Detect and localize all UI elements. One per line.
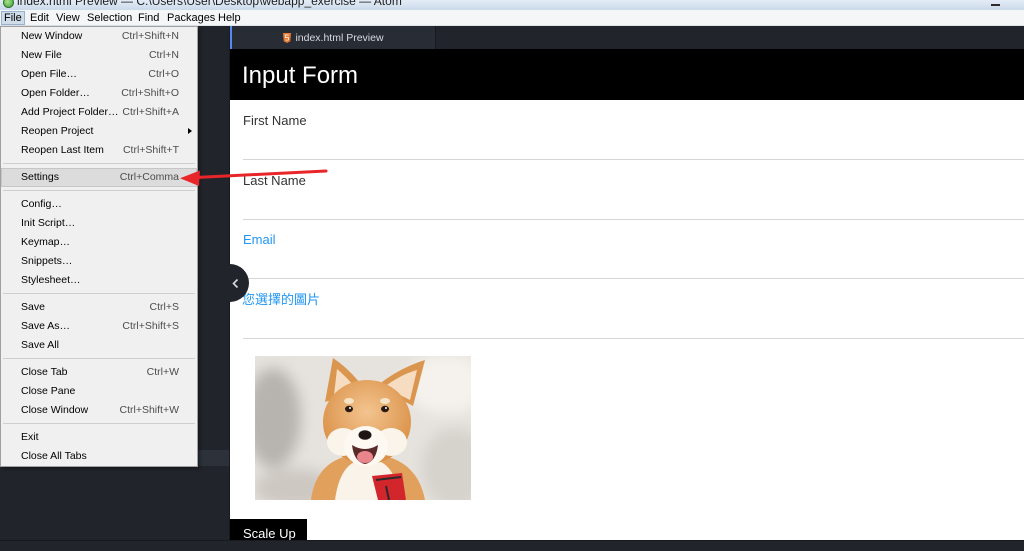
menu-separator	[1, 420, 197, 428]
menu-item-label: Reopen Last Item	[21, 144, 104, 156]
tab-index-preview[interactable]: index.html Preview	[230, 26, 436, 49]
first-name-field[interactable]: First Name	[243, 100, 1024, 160]
menu-item-config[interactable]: Config…	[1, 195, 197, 214]
menu-item-label: New Window	[21, 30, 83, 42]
menu-item-shortcut: Ctrl+Shift+A	[122, 106, 179, 118]
menu-edit[interactable]: Edit	[27, 11, 52, 25]
menu-item-reopen-last-item[interactable]: Reopen Last Item Ctrl+Shift+T	[1, 141, 197, 160]
menu-item-label: Settings	[21, 171, 59, 183]
window-titlebar: index.html Preview — C:\Users\User\Deskt…	[0, 0, 1024, 10]
menu-item-label: Open Folder…	[21, 87, 90, 99]
menu-item-label: Exit	[21, 431, 39, 443]
menu-bar: File Edit View Selection Find Packages H…	[0, 10, 1024, 26]
first-name-label: First Name	[243, 113, 307, 128]
menu-item-label: Close Pane	[21, 385, 76, 397]
status-bar	[0, 540, 1024, 551]
menu-item-open-folder[interactable]: Open Folder… Ctrl+Shift+O	[1, 84, 197, 103]
email-label: Email	[243, 232, 276, 247]
menu-find[interactable]: Find	[135, 11, 162, 25]
menu-file[interactable]: File	[1, 11, 25, 25]
menu-item-label: Snippets…	[21, 255, 73, 267]
menu-item-close-tab[interactable]: Close Tab Ctrl+W	[1, 363, 197, 382]
menu-item-settings[interactable]: Settings Ctrl+Comma	[1, 168, 197, 187]
menu-item-label: Save All	[21, 339, 59, 351]
menu-item-label: Config…	[21, 198, 62, 210]
menu-item-shortcut: Ctrl+W	[146, 366, 179, 378]
menu-separator	[1, 160, 197, 168]
menu-item-label: Reopen Project	[21, 125, 94, 137]
menu-item-save-as[interactable]: Save As… Ctrl+Shift+S	[1, 317, 197, 336]
atom-logo-icon	[3, 0, 14, 8]
menu-item-close-window[interactable]: Close Window Ctrl+Shift+W	[1, 401, 197, 420]
menu-item-label: Stylesheet…	[21, 274, 81, 286]
menu-separator	[1, 290, 197, 298]
chevron-left-icon	[232, 278, 239, 289]
menu-item-shortcut: Ctrl+Shift+N	[121, 30, 179, 42]
menu-item-exit[interactable]: Exit	[1, 428, 197, 447]
menu-item-shortcut: Ctrl+Shift+T	[122, 144, 179, 156]
menu-item-save[interactable]: Save Ctrl+S	[1, 298, 197, 317]
menu-item-shortcut: Ctrl+Shift+O	[121, 87, 179, 99]
menu-item-label: Init Script…	[21, 217, 76, 229]
menu-item-label: Add Project Folder…	[21, 106, 119, 118]
html5-icon	[283, 32, 292, 43]
submenu-arrow-icon	[188, 128, 192, 134]
menu-item-label: Close Tab	[21, 366, 68, 378]
tab-title: index.html Preview	[295, 31, 384, 44]
menu-item-save-all[interactable]: Save All	[1, 336, 197, 355]
menu-item-label: Save	[21, 301, 45, 313]
menu-item-add-project-folder[interactable]: Add Project Folder… Ctrl+Shift+A	[1, 103, 197, 122]
menu-item-close-all-tabs[interactable]: Close All Tabs	[1, 447, 197, 466]
window-title: index.html Preview — C:\Users\User\Deskt…	[17, 0, 402, 8]
html-preview: Input Form First Name Last Name Email 您選…	[230, 49, 1024, 540]
menu-item-label: Keymap…	[21, 236, 71, 248]
menu-item-new-file[interactable]: New File Ctrl+N	[1, 46, 197, 65]
minimize-icon[interactable]	[991, 4, 1000, 6]
menu-item-snippets[interactable]: Snippets…	[1, 252, 197, 271]
menu-item-shortcut: Ctrl+O	[148, 68, 179, 80]
menu-item-shortcut: Ctrl+Shift+S	[122, 320, 179, 332]
menu-separator	[1, 355, 197, 363]
menu-item-label: New File	[21, 49, 62, 61]
menu-item-shortcut: Ctrl+Shift+W	[119, 404, 179, 416]
file-menu-dropdown: New Window Ctrl+Shift+N New File Ctrl+N Op…	[0, 26, 198, 467]
image-select-label: 您選擇的圖片	[242, 292, 321, 307]
menu-item-new-window[interactable]: New Window Ctrl+Shift+N	[1, 27, 197, 46]
menu-item-stylesheet[interactable]: Stylesheet…	[1, 271, 197, 290]
dog-photo	[255, 356, 471, 500]
menu-item-label: Save As…	[21, 320, 71, 332]
email-field[interactable]: Email	[243, 219, 1024, 279]
menu-item-init-script[interactable]: Init Script…	[1, 214, 197, 233]
menu-item-close-pane[interactable]: Close Pane	[1, 382, 197, 401]
dock-toggle-button[interactable]	[211, 264, 249, 302]
menu-item-keymap[interactable]: Keymap…	[1, 233, 197, 252]
menu-item-shortcut: Ctrl+S	[149, 301, 179, 313]
menu-item-shortcut: Ctrl+N	[148, 49, 179, 61]
tab-bar: index.html Preview	[230, 26, 1024, 49]
menu-item-reopen-project[interactable]: Reopen Project	[1, 122, 197, 141]
last-name-label: Last Name	[243, 173, 306, 188]
menu-item-label: Close All Tabs	[21, 450, 87, 462]
image-select-field[interactable]: 您選擇的圖片	[242, 279, 1024, 339]
form-header: Input Form	[230, 49, 1024, 100]
menu-help[interactable]: Help	[215, 11, 244, 25]
menu-separator	[1, 187, 197, 195]
menu-item-label: Open File…	[21, 68, 78, 80]
menu-item-open-file[interactable]: Open File… Ctrl+O	[1, 65, 197, 84]
scale-up-button[interactable]: Scale Up	[230, 519, 307, 540]
page-title: Input Form	[242, 62, 359, 89]
menu-item-shortcut: Ctrl+Comma	[119, 171, 179, 183]
menu-view[interactable]: View	[53, 11, 83, 25]
menu-selection[interactable]: Selection	[84, 11, 135, 25]
menu-item-label: Close Window	[21, 404, 89, 416]
last-name-field[interactable]: Last Name	[243, 160, 1024, 220]
menu-packages[interactable]: Packages	[164, 11, 218, 25]
